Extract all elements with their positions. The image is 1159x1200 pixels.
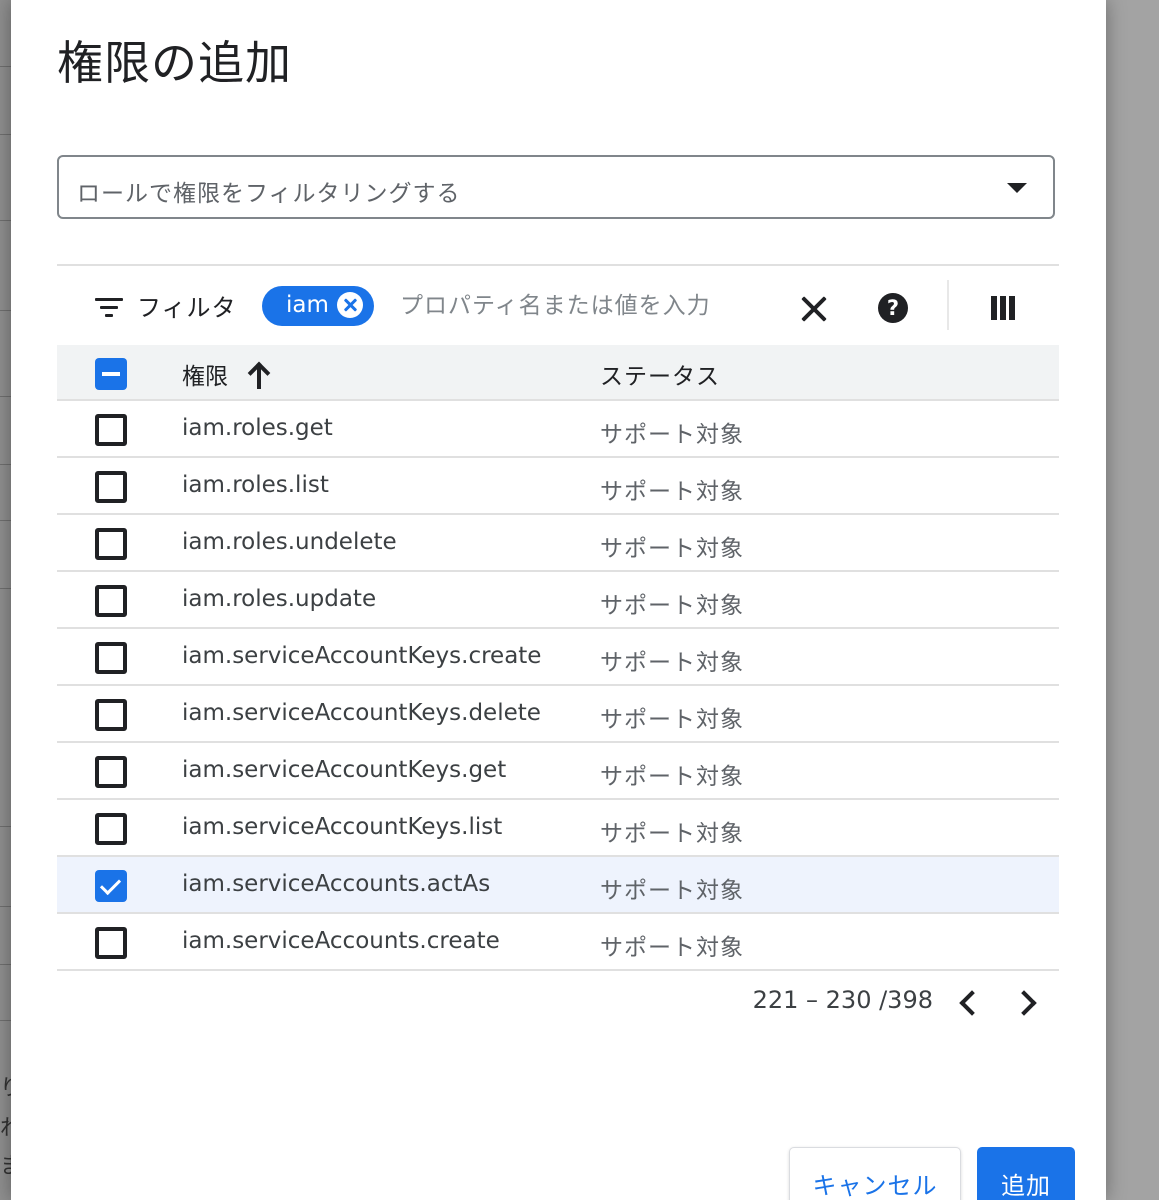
permission-status: サポート対象: [600, 821, 744, 847]
filter-chip-label: iam: [286, 292, 329, 318]
permission-status: サポート対象: [600, 707, 744, 733]
table-row[interactable]: iam.serviceAccounts.create サポート対象: [57, 914, 1059, 971]
chip-close-icon[interactable]: [337, 292, 363, 318]
table-row[interactable]: iam.serviceAccountKeys.list サポート対象: [57, 800, 1059, 857]
filter-input[interactable]: [400, 286, 760, 326]
permission-name: iam.serviceAccountKeys.delete: [182, 700, 541, 726]
table-row[interactable]: iam.serviceAccountKeys.get サポート対象: [57, 743, 1059, 800]
page-range: 221 – 230 /398: [752, 986, 933, 1014]
permission-status: サポート対象: [600, 479, 744, 505]
filter-icon: [95, 296, 125, 318]
role-filter-select[interactable]: ロールで権限をフィルタリングする: [57, 155, 1055, 219]
add-permissions-dialog: 権限の追加 ロールで権限をフィルタリングする フィルタ iam ? 権限: [11, 0, 1106, 1200]
select-all-checkbox[interactable]: [95, 358, 127, 390]
row-checkbox[interactable]: [95, 756, 127, 788]
table-row[interactable]: iam.roles.get サポート対象: [57, 401, 1059, 458]
table-row[interactable]: iam.serviceAccountKeys.create サポート対象: [57, 629, 1059, 686]
toolbar-divider: [947, 280, 949, 330]
permission-status: サポート対象: [600, 878, 744, 904]
row-checkbox[interactable]: [95, 528, 127, 560]
row-checkbox[interactable]: [95, 813, 127, 845]
filter-chip-iam[interactable]: iam: [262, 286, 374, 326]
row-checkbox[interactable]: [95, 585, 127, 617]
scrim: [1106, 0, 1159, 1200]
permission-name: iam.serviceAccounts.create: [182, 928, 500, 954]
columns-icon[interactable]: [991, 296, 1017, 320]
permission-name: iam.roles.get: [182, 415, 333, 441]
table-header: 権限 ステータス: [57, 345, 1059, 401]
help-icon[interactable]: ?: [878, 293, 908, 323]
pagination: 221 – 230 /398: [57, 980, 1059, 1030]
permission-status: サポート対象: [600, 536, 744, 562]
permission-status: サポート対象: [600, 764, 744, 790]
table-row[interactable]: iam.roles.undelete サポート対象: [57, 515, 1059, 572]
permission-name: iam.serviceAccountKeys.list: [182, 814, 503, 840]
permission-name: iam.serviceAccounts.actAs: [182, 871, 491, 897]
add-button[interactable]: 追加: [977, 1147, 1075, 1200]
row-checkbox[interactable]: [95, 642, 127, 674]
table-filter-bar: フィルタ iam ?: [57, 264, 1059, 346]
permission-status: サポート対象: [600, 935, 744, 961]
permission-name: iam.serviceAccountKeys.get: [182, 757, 507, 783]
table-row[interactable]: iam.roles.update サポート対象: [57, 572, 1059, 629]
cancel-button[interactable]: キャンセル: [789, 1147, 961, 1200]
table-row[interactable]: iam.roles.list サポート対象: [57, 458, 1059, 515]
filter-label: フィルタ: [137, 294, 237, 322]
permission-name: iam.serviceAccountKeys.create: [182, 643, 542, 669]
role-filter-placeholder: ロールで権限をフィルタリングする: [77, 181, 461, 207]
permission-name: iam.roles.update: [182, 586, 377, 612]
permissions-table: 権限 ステータス iam.roles.get サポート対象 iam.roles.…: [57, 345, 1059, 971]
sort-ascending-icon[interactable]: [247, 361, 271, 389]
permission-name: iam.roles.undelete: [182, 529, 397, 555]
permission-status: サポート対象: [600, 593, 744, 619]
row-checkbox[interactable]: [95, 927, 127, 959]
clear-icon[interactable]: [797, 292, 831, 326]
chevron-left-icon[interactable]: [959, 990, 985, 1016]
dialog-title: 権限の追加: [57, 36, 292, 90]
permission-status: サポート対象: [600, 650, 744, 676]
row-checkbox[interactable]: [95, 471, 127, 503]
row-checkbox[interactable]: [95, 699, 127, 731]
chevron-right-icon[interactable]: [1011, 990, 1037, 1016]
row-checkbox-checked[interactable]: [95, 870, 127, 902]
table-row[interactable]: iam.serviceAccountKeys.delete サポート対象: [57, 686, 1059, 743]
permission-status: サポート対象: [600, 422, 744, 448]
permission-name: iam.roles.list: [182, 472, 329, 498]
row-checkbox[interactable]: [95, 414, 127, 446]
dropdown-caret-icon: [1007, 183, 1027, 193]
column-header-permission[interactable]: 権限: [182, 357, 228, 391]
table-row-selected[interactable]: iam.serviceAccounts.actAs サポート対象: [57, 857, 1059, 914]
column-header-status: ステータス: [600, 364, 720, 390]
